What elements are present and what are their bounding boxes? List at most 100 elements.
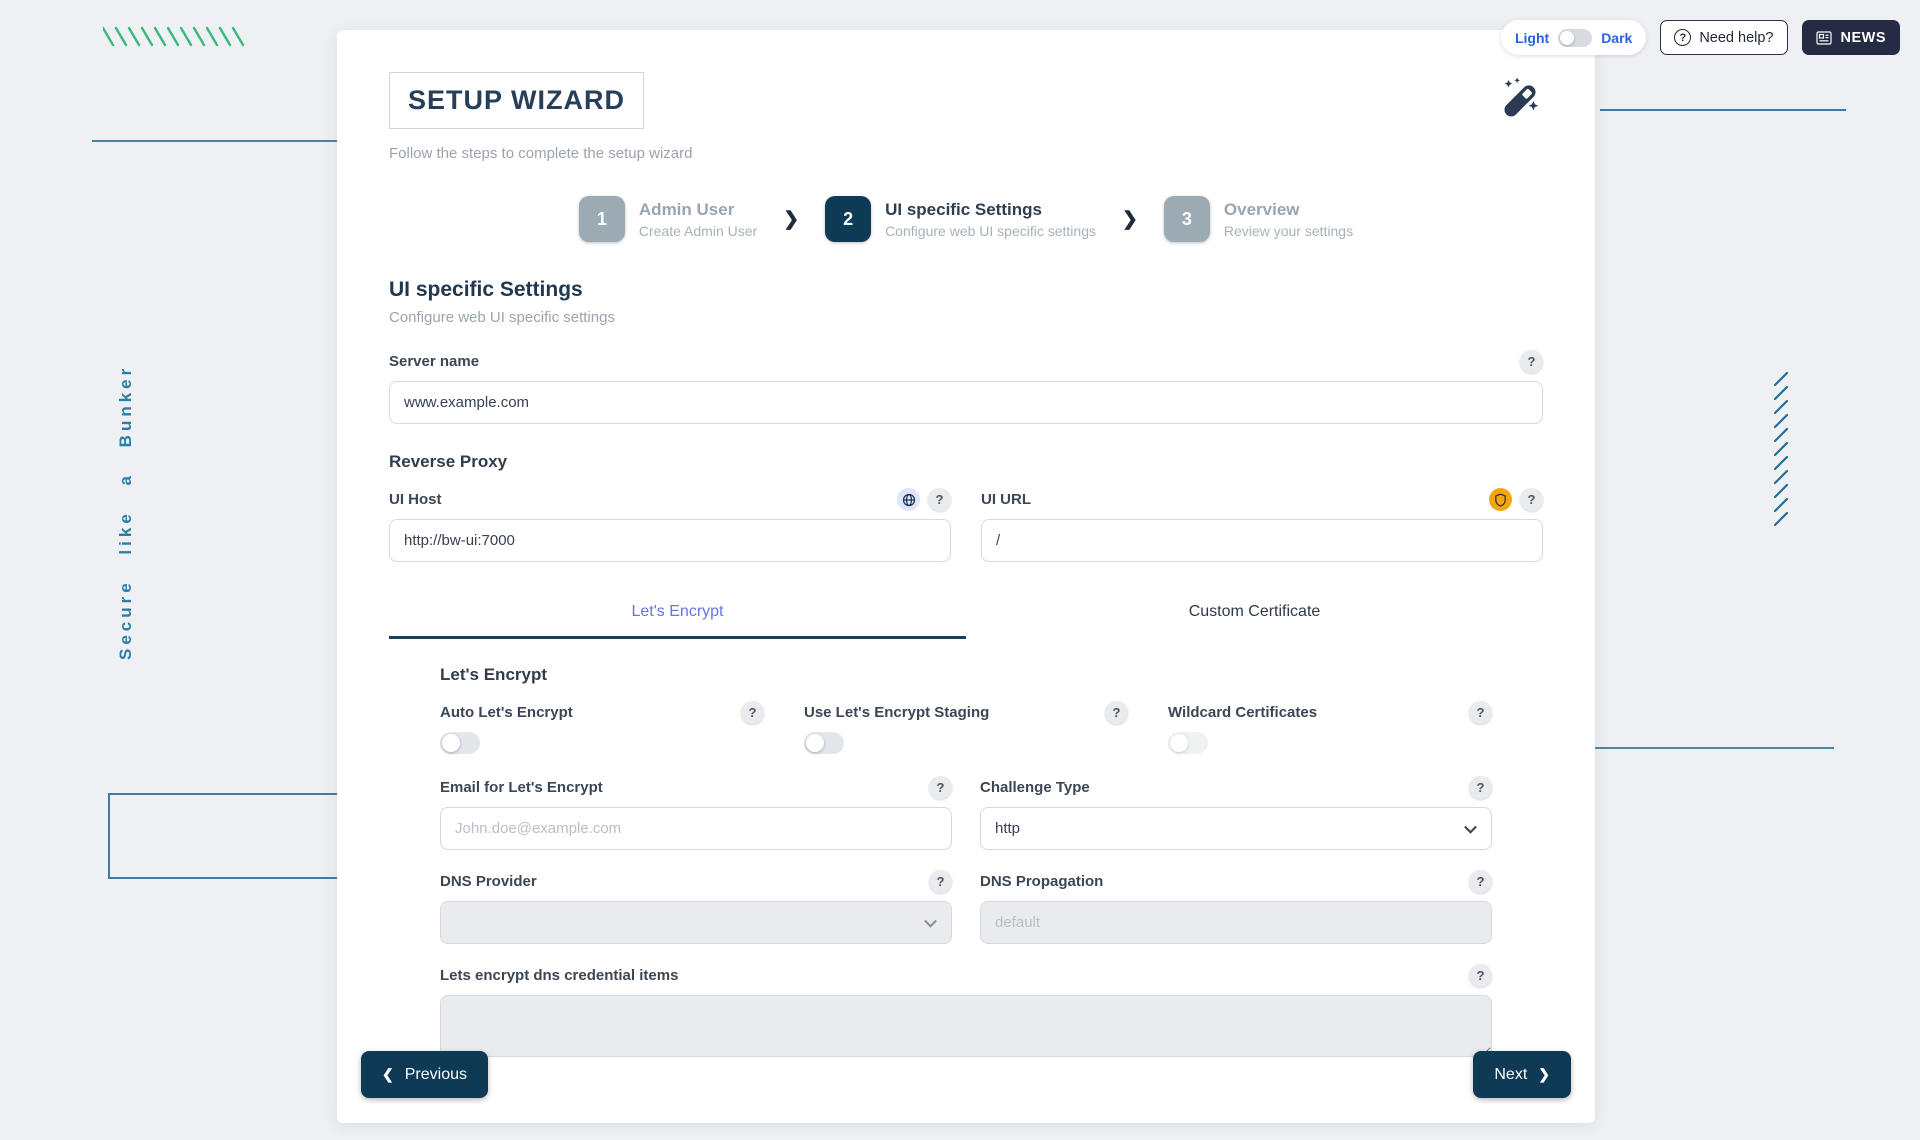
- server-name-field: Server name ?: [389, 350, 1543, 424]
- news-label: NEWS: [1841, 30, 1887, 46]
- help-icon[interactable]: ?: [1520, 350, 1543, 373]
- setup-wizard-logo-text: SETUP WIZARD: [408, 85, 625, 115]
- dns-credential-items-textarea: [440, 995, 1492, 1057]
- news-button[interactable]: NEWS: [1802, 20, 1901, 55]
- step-2-subtitle: Configure web UI specific settings: [885, 223, 1096, 239]
- server-name-label: Server name: [389, 353, 479, 370]
- tab-custom-certificate[interactable]: Custom Certificate: [966, 590, 1543, 639]
- step-1-number: 1: [579, 196, 625, 242]
- ui-host-input[interactable]: [389, 519, 951, 562]
- lets-encrypt-heading: Let's Encrypt: [440, 665, 1492, 685]
- help-icon[interactable]: ?: [1520, 488, 1543, 511]
- lets-encrypt-panel: Let's Encrypt Auto Let's Encrypt ? Use L…: [389, 665, 1543, 1062]
- auto-lets-encrypt-field: Auto Let's Encrypt ?: [440, 701, 764, 754]
- help-icon[interactable]: ?: [1105, 701, 1128, 724]
- toggle-knob: [1170, 734, 1188, 752]
- setup-wizard-logo: SETUP WIZARD: [389, 72, 644, 129]
- tab-lets-encrypt[interactable]: Let's Encrypt: [389, 590, 966, 639]
- help-icon[interactable]: ?: [1469, 701, 1492, 724]
- certificate-tabs: Let's Encrypt Custom Certificate: [389, 590, 1543, 639]
- chevron-left-icon: ❮: [382, 1066, 394, 1083]
- challenge-type-field: Challenge Type ? http: [980, 776, 1492, 850]
- blue-slash-lines-decoration: [1772, 372, 1792, 527]
- topbar: Light Dark ? Need help? NEWS: [1501, 20, 1900, 55]
- wizard-footer: ❮ Previous Next ❯: [361, 1051, 1571, 1098]
- auto-lets-encrypt-label: Auto Let's Encrypt: [440, 704, 573, 721]
- help-icon[interactable]: ?: [1469, 776, 1492, 799]
- wildcard-certificates-field: Wildcard Certificates ?: [1168, 701, 1492, 754]
- chevron-right-icon: ❯: [1538, 1066, 1550, 1083]
- help-icon[interactable]: ?: [1469, 870, 1492, 893]
- vertical-tagline: Secure like a Bunker: [116, 330, 136, 660]
- challenge-type-select[interactable]: http: [980, 807, 1492, 850]
- auto-lets-encrypt-toggle[interactable]: [440, 732, 480, 754]
- wildcard-certificates-toggle: [1168, 732, 1208, 754]
- server-name-input[interactable]: [389, 381, 1543, 424]
- wildcard-certificates-label: Wildcard Certificates: [1168, 704, 1317, 721]
- chevron-right-icon: ❯: [1122, 208, 1138, 231]
- step-ui-settings[interactable]: 2 UI specific Settings Configure web UI …: [825, 196, 1096, 242]
- ui-host-label: UI Host: [389, 491, 442, 508]
- setup-wizard-card: SETUP WIZARD Follow the steps to complet…: [337, 30, 1595, 1123]
- ui-url-field: UI URL ?: [981, 488, 1543, 562]
- help-icon[interactable]: ?: [929, 870, 952, 893]
- next-label: Next: [1494, 1066, 1527, 1084]
- reverse-proxy-heading: Reverse Proxy: [389, 452, 1543, 472]
- chevron-right-icon: ❯: [783, 208, 799, 231]
- magic-wand-icon: [1497, 76, 1543, 122]
- right-mid-horizontal-line-decoration: [1594, 747, 1834, 749]
- left-horizontal-line-decoration: [92, 140, 338, 142]
- dns-propagation-field: DNS Propagation ?: [980, 870, 1492, 944]
- step-admin-user[interactable]: 1 Admin User Create Admin User: [579, 196, 757, 242]
- lets-encrypt-email-input[interactable]: [440, 807, 952, 850]
- challenge-type-label: Challenge Type: [980, 779, 1090, 796]
- need-help-label: Need help?: [1699, 30, 1773, 46]
- green-diagonal-lines-decoration: [103, 24, 255, 50]
- help-icon[interactable]: ?: [929, 776, 952, 799]
- dns-propagation-label: DNS Propagation: [980, 873, 1103, 890]
- need-help-button[interactable]: ? Need help?: [1660, 20, 1787, 55]
- step-2-number: 2: [825, 196, 871, 242]
- step-3-title: Overview: [1224, 200, 1353, 220]
- theme-dark-label: Dark: [1601, 30, 1632, 46]
- help-icon[interactable]: ?: [741, 701, 764, 724]
- lets-encrypt-staging-field: Use Let's Encrypt Staging ?: [804, 701, 1128, 754]
- theme-switcher: Light Dark: [1501, 20, 1646, 55]
- dns-provider-label: DNS Provider: [440, 873, 537, 890]
- globe-badge-icon: [897, 488, 920, 511]
- dns-provider-select: [440, 901, 952, 944]
- toggle-knob: [806, 734, 824, 752]
- ui-url-input[interactable]: [981, 519, 1543, 562]
- dns-propagation-input: [980, 901, 1492, 944]
- dns-credential-items-field: Lets encrypt dns credential items ?: [440, 964, 1492, 1062]
- lets-encrypt-staging-label: Use Let's Encrypt Staging: [804, 704, 989, 721]
- theme-toggle[interactable]: [1558, 29, 1592, 47]
- step-1-subtitle: Create Admin User: [639, 223, 757, 239]
- lets-encrypt-staging-toggle[interactable]: [804, 732, 844, 754]
- step-2-title: UI specific Settings: [885, 200, 1096, 220]
- previous-button[interactable]: ❮ Previous: [361, 1051, 488, 1098]
- step-1-title: Admin User: [639, 200, 757, 220]
- next-button[interactable]: Next ❯: [1473, 1051, 1571, 1098]
- wizard-stepper: 1 Admin User Create Admin User ❯ 2 UI sp…: [389, 196, 1543, 242]
- section-title: UI specific Settings: [389, 278, 1543, 302]
- previous-label: Previous: [405, 1066, 467, 1084]
- section-subtitle: Configure web UI specific settings: [389, 309, 1543, 326]
- theme-toggle-knob: [1560, 31, 1574, 45]
- dns-provider-field: DNS Provider ?: [440, 870, 952, 944]
- lets-encrypt-email-label: Email for Let's Encrypt: [440, 779, 603, 796]
- help-icon[interactable]: ?: [1469, 964, 1492, 987]
- shield-badge-icon: [1489, 488, 1512, 511]
- step-overview[interactable]: 3 Overview Review your settings: [1164, 196, 1353, 242]
- help-icon[interactable]: ?: [928, 488, 951, 511]
- dns-credential-items-label: Lets encrypt dns credential items: [440, 967, 678, 984]
- lets-encrypt-email-field: Email for Let's Encrypt ?: [440, 776, 952, 850]
- step-3-number: 3: [1164, 196, 1210, 242]
- ui-host-field: UI Host ?: [389, 488, 951, 562]
- wizard-subtitle: Follow the steps to complete the setup w…: [389, 145, 1543, 162]
- ui-url-label: UI URL: [981, 491, 1031, 508]
- newspaper-icon: [1816, 31, 1832, 45]
- step-3-subtitle: Review your settings: [1224, 223, 1353, 239]
- right-top-horizontal-line-decoration: [1600, 109, 1846, 111]
- theme-light-label: Light: [1515, 30, 1549, 46]
